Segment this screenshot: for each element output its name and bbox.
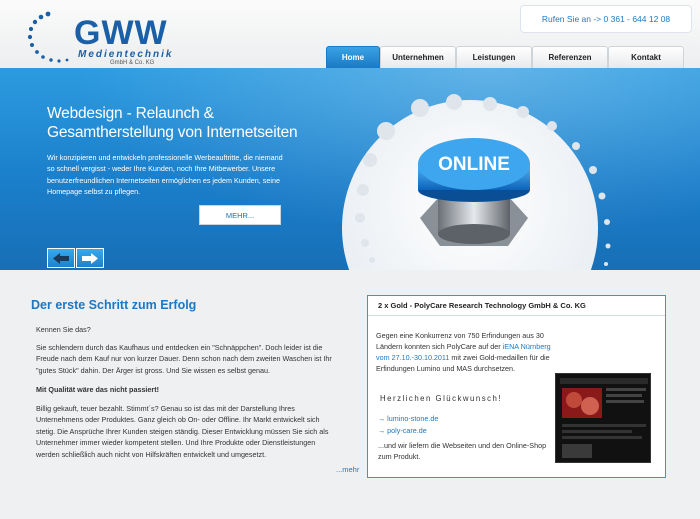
more-button[interactable]: MEHR... bbox=[199, 205, 281, 225]
thumbnail-image bbox=[560, 378, 648, 458]
gww-logo[interactable]: GWW Medientechnik GmbH & Co. KG bbox=[26, 8, 171, 66]
phone-box[interactable]: Rufen Sie an -> 0 361 - 644 12 08 bbox=[520, 5, 692, 33]
logo-title: GWW bbox=[74, 14, 168, 52]
intro-question: Kennen Sie das? bbox=[36, 325, 91, 334]
nav-kontakt[interactable]: Kontakt bbox=[608, 46, 684, 68]
hero-title-line1: Webdesign - Relaunch & bbox=[47, 105, 214, 122]
online-button-label: ONLINE bbox=[438, 154, 510, 175]
nav-home[interactable]: Home bbox=[326, 46, 380, 68]
hero-banner: ONLINE Webdesign - Relaunch & Gesamthers… bbox=[0, 68, 700, 270]
news-headline: 2 x Gold - PolyCare Research Technology … bbox=[368, 296, 665, 316]
news-box: 2 x Gold - PolyCare Research Technology … bbox=[367, 295, 666, 478]
hero-title: Webdesign - Relaunch & Gesamtherstellung… bbox=[47, 104, 298, 142]
header: GWW Medientechnik GmbH & Co. KG Rufen Si… bbox=[0, 0, 700, 68]
section-title: Der erste Schritt zum Erfolg bbox=[31, 298, 197, 312]
logo-dots-icon bbox=[27, 11, 69, 63]
more-link[interactable]: ...mehr bbox=[336, 465, 359, 474]
quality-statement: Mit Qualität wäre das nicht passiert! bbox=[36, 385, 160, 394]
prev-slide-button[interactable] bbox=[47, 248, 75, 268]
lumino-stone-link[interactable]: → lumino-stone.de bbox=[378, 414, 438, 423]
news-footer-text: ...und wir liefern die Webseiten und den… bbox=[378, 441, 547, 461]
logo-subtitle: Medientechnik bbox=[78, 49, 174, 60]
congrats-text: Herzlichen Glückwunsch! bbox=[380, 394, 503, 403]
hero-text: Wir konzipieren und entwickeln professio… bbox=[47, 153, 283, 197]
hero-title-line2: Gesamtherstellung von Internetseiten bbox=[47, 124, 298, 141]
paragraph-2: Billig gekauft, teuer bezahlt. Stimmt´s?… bbox=[36, 404, 329, 459]
news-text: Gegen eine Konkurrenz von 750 Erfindunge… bbox=[376, 330, 556, 374]
poly-care-link[interactable]: → poly-care.de bbox=[378, 426, 427, 435]
arrow-left-icon bbox=[53, 253, 69, 264]
nav-leistungen[interactable]: Leistungen bbox=[456, 46, 532, 68]
nav-unternehmen[interactable]: Unternehmen bbox=[380, 46, 456, 68]
arrow-right-icon bbox=[82, 253, 98, 264]
next-slide-button[interactable] bbox=[76, 248, 104, 268]
website-thumbnail[interactable] bbox=[555, 373, 651, 463]
logo-company-form: GmbH & Co. KG bbox=[110, 60, 155, 66]
nav-referenzen[interactable]: Referenzen bbox=[532, 46, 608, 68]
paragraph-1: Sie schlendern durch das Kaufhaus und en… bbox=[36, 343, 332, 375]
online-button-illustration: ONLINE bbox=[342, 94, 611, 270]
main-nav: Home Unternehmen Leistungen Referenzen K… bbox=[326, 46, 684, 68]
